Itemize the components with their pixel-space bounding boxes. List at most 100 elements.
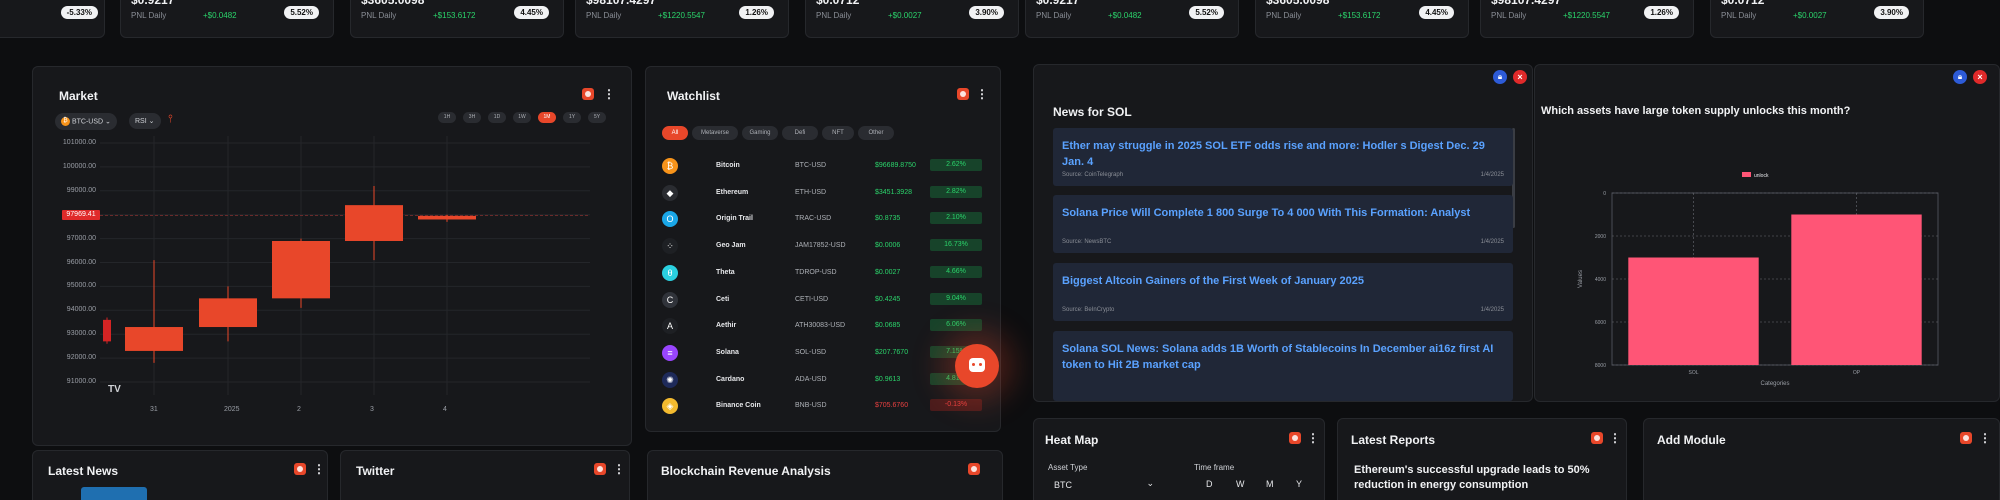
news-title: News for SOL xyxy=(1053,105,1132,119)
stat-card[interactable]: $98107.4297 PNL Daily +$1220.5547 1.26% xyxy=(1480,0,1694,38)
watchlist-row[interactable]: ≡ Solana SOL-USD $207.7670 7.15% xyxy=(660,339,990,365)
watchlist-row[interactable]: ◆ Ethereum ETH-USD $3451.3928 2.82% xyxy=(660,179,990,205)
stat-pnl-label: PNL Daily xyxy=(1266,11,1302,20)
ai-assistant-button[interactable] xyxy=(955,344,999,388)
kebab-menu-icon[interactable] xyxy=(313,463,317,475)
y-tick-label: 99000.00 xyxy=(66,186,96,194)
stat-card[interactable]: $0.0712 PNL Daily +$0.0027 3.90% xyxy=(1710,0,1924,38)
asset-type-select[interactable]: BTC ⌄ xyxy=(1048,477,1158,493)
watchlist-row[interactable]: A Aethir ATH30083-USD $0.0685 6.06% xyxy=(660,312,990,338)
report-headline[interactable]: Ethereum's successful upgrade leads to 5… xyxy=(1354,463,1604,493)
x-tick-label: 31 xyxy=(150,406,158,413)
kebab-menu-icon[interactable] xyxy=(1609,432,1613,444)
kebab-menu-icon[interactable] xyxy=(976,88,980,100)
watchlist-row[interactable]: ✺ Cardano ADA-USD $0.9613 4.81% xyxy=(660,366,990,392)
coin-symbol: JAM17852-USD xyxy=(795,242,846,250)
close-icon[interactable]: × xyxy=(1973,70,1987,84)
stat-price: $98107.4297 xyxy=(1491,0,1562,7)
watchlist-row[interactable]: O Origin Trail TRAC-USD $0.8735 2.10% xyxy=(660,205,990,231)
news-thumbnail[interactable] xyxy=(81,487,147,500)
heatmap-timeframe-y[interactable]: Y xyxy=(1296,479,1302,489)
latest-news-card: Latest News xyxy=(32,450,328,500)
unlock-question: Which assets have large token supply unl… xyxy=(1541,105,1851,117)
news-headline[interactable]: Solana SOL News: Solana adds 1B Worth of… xyxy=(1062,341,1502,373)
bar-op xyxy=(1791,214,1922,365)
news-item[interactable]: Ether may struggle in 2025 SOL ETF odds … xyxy=(1053,128,1513,186)
close-icon[interactable]: × xyxy=(1513,70,1527,84)
stat-pnl-label: PNL Daily xyxy=(1036,11,1072,20)
news-item[interactable]: Solana Price Will Complete 1 800 Surge T… xyxy=(1053,195,1513,253)
record-icon[interactable] xyxy=(968,463,980,475)
news-item[interactable]: Solana SOL News: Solana adds 1B Worth of… xyxy=(1053,331,1513,401)
coin-price: $0.0027 xyxy=(875,268,901,276)
latest-reports-card: Latest Reports Ethereum's successful upg… xyxy=(1337,418,1627,500)
lock-icon[interactable]: 🔒︎ xyxy=(1493,70,1507,84)
watchlist-row[interactable]: θ Theta TDROP-USD $0.0027 4.66% xyxy=(660,259,990,285)
stat-pnl-label: PNL Daily xyxy=(816,11,852,20)
heatmap-timeframe-d[interactable]: D xyxy=(1206,479,1213,489)
record-icon[interactable] xyxy=(294,463,306,475)
coin-price: $207.7670 xyxy=(875,348,909,356)
watchlist-tab-other[interactable]: Other xyxy=(858,126,894,140)
stat-percent-badge: 1.26% xyxy=(1644,6,1679,19)
heatmap-timeframe-m[interactable]: M xyxy=(1266,479,1274,489)
record-icon[interactable] xyxy=(957,88,969,100)
stat-card[interactable]: $3605.0098 PNL Daily +$153.6172 4.45% xyxy=(1255,0,1469,38)
kebab-menu-icon[interactable] xyxy=(1979,432,1983,444)
ethereum-icon: ◆ xyxy=(662,184,678,201)
heatmap-timeframe-w[interactable]: W xyxy=(1236,479,1245,489)
record-icon[interactable] xyxy=(594,463,606,475)
watchlist-row[interactable]: ₿ Bitcoin BTC-USD $96689.8750 2.62% xyxy=(660,152,990,178)
watchlist-tab-metaverse[interactable]: Metaverse xyxy=(692,126,738,140)
news-headline[interactable]: Ether may struggle in 2025 SOL ETF odds … xyxy=(1062,138,1502,170)
record-icon[interactable] xyxy=(1591,432,1603,444)
watchlist-row[interactable]: ⁘ Geo Jam JAM17852-USD $0.0006 16.73% xyxy=(660,232,990,258)
add-module-card: Add Module xyxy=(1643,418,2000,500)
heat-map-title: Heat Map xyxy=(1045,433,1099,447)
stat-card[interactable]: $0.9217 PNL Daily +$0.0482 5.52% xyxy=(1025,0,1239,38)
coin-change-badge: 4.66% xyxy=(930,265,982,278)
candle-body xyxy=(418,215,476,220)
y-tick-label: 94000.00 xyxy=(66,306,96,314)
watchlist-tab-nft[interactable]: NFT xyxy=(822,126,854,140)
candle-body xyxy=(103,319,111,342)
coin-change-badge: 2.62% xyxy=(930,159,982,171)
stat-percent-badge: 3.90% xyxy=(969,6,1004,19)
stat-card[interactable]: $0.0712 PNL Daily +$0.0027 3.90% xyxy=(805,0,1019,38)
y-tick-label: 96000.00 xyxy=(66,258,96,266)
stat-percent-badge: 1.26% xyxy=(739,6,774,19)
record-icon[interactable] xyxy=(1960,432,1972,444)
record-icon[interactable] xyxy=(1289,432,1301,444)
asset-type-label: Asset Type xyxy=(1048,463,1088,472)
watchlist-tab-all[interactable]: All xyxy=(662,126,688,140)
stat-price: $0.0712 xyxy=(1721,0,1765,7)
watchlist-row[interactable]: C Ceti CETI-USD $0.4245 9.04% xyxy=(660,286,990,312)
kebab-menu-icon[interactable] xyxy=(613,463,617,475)
coin-change-badge: 9.04% xyxy=(930,292,982,305)
news-source: Source: CoinTelegraph xyxy=(1062,172,1124,178)
news-item[interactable]: Biggest Altcoin Gainers of the First Wee… xyxy=(1053,263,1513,321)
y-tick-label: 6000 xyxy=(1595,320,1606,326)
coin-name: Ceti xyxy=(716,295,730,303)
candle-body xyxy=(199,298,257,328)
candle-body xyxy=(345,205,403,241)
stat-pnl-label: PNL Daily xyxy=(1721,11,1757,20)
y-axis-label: Values xyxy=(1578,270,1584,288)
y-tick-label: 92000.00 xyxy=(66,354,96,362)
news-source: Source: NewsBTC xyxy=(1062,239,1112,245)
coin-name: Geo Jam xyxy=(716,242,746,250)
watchlist-tab-gaming[interactable]: Gaming xyxy=(742,126,778,140)
kebab-menu-icon[interactable] xyxy=(1307,432,1311,444)
stat-percent-badge: 4.45% xyxy=(1419,6,1454,19)
stat-change: +$0.0027 xyxy=(1793,11,1827,20)
latest-reports-title: Latest Reports xyxy=(1351,433,1436,447)
heat-map-card: Heat Map Asset Type BTC ⌄ Time frame D W M… xyxy=(1033,418,1325,500)
lock-icon[interactable]: 🔒︎ xyxy=(1953,70,1967,84)
watchlist-tab-defi[interactable]: Defi xyxy=(782,126,818,140)
news-headline[interactable]: Solana Price Will Complete 1 800 Surge T… xyxy=(1062,205,1502,221)
watchlist-row[interactable]: ◈ Binance Coin BNB-USD $705.6760 -0.13% xyxy=(660,392,990,418)
coin-symbol: ADA-USD xyxy=(795,375,827,383)
y-tick-label: 101000.00 xyxy=(62,139,96,146)
coin-name: Binance Coin xyxy=(716,402,761,410)
news-headline[interactable]: Biggest Altcoin Gainers of the First Wee… xyxy=(1062,273,1502,289)
